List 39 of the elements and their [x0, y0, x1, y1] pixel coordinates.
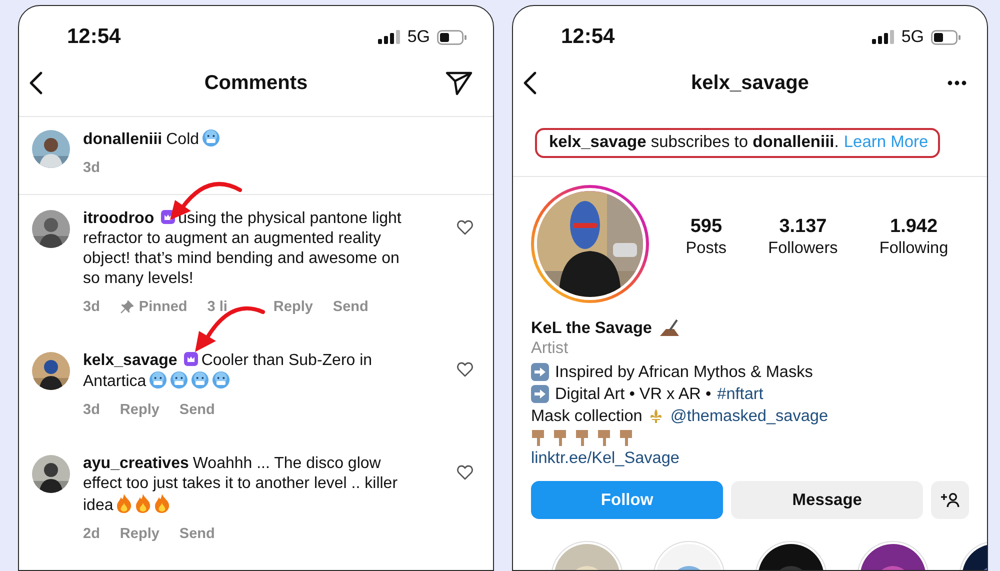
- network-label: 5G: [407, 27, 430, 47]
- comment-action-link[interactable]: Reply: [273, 299, 313, 315]
- follow-button[interactable]: Follow: [531, 481, 724, 519]
- likes-count-link[interactable]: 3 li: [207, 299, 228, 315]
- stat-value: 1.942: [890, 216, 938, 238]
- profile-name: KeL the Savage: [531, 318, 652, 338]
- comment-time: 2d: [83, 526, 100, 542]
- header-title: Comments: [204, 72, 308, 94]
- website-link[interactable]: linktr.ee/Kel_Savage: [531, 449, 969, 471]
- bio-text: Mask collection: [531, 406, 642, 426]
- bio-text: Digital Art • VR x AR •: [555, 384, 712, 404]
- status-time: 12:54: [561, 25, 615, 49]
- comment-action-link[interactable]: Reply: [120, 526, 160, 542]
- stat-label: Posts: [686, 239, 727, 258]
- comment-action-link[interactable]: Send: [179, 526, 215, 542]
- stat-value: 3.137: [779, 216, 827, 238]
- stat-value: 595: [690, 216, 722, 238]
- comment-text: donalleniii Cold: [83, 129, 405, 150]
- comment-action-link[interactable]: Send: [332, 299, 368, 315]
- subscription-notice: kelx_savage subscribes to donalleniii.: [549, 133, 839, 152]
- stat-label: Following: [879, 239, 948, 258]
- stat-label: Followers: [768, 239, 838, 258]
- header-title: kelx_savage: [691, 72, 809, 94]
- learn-more-link[interactable]: Learn More: [844, 133, 928, 152]
- comment-text: ayu_creatives Woahhh ... The disco glow effect too just takes it to another level .. killer idea: [83, 454, 399, 516]
- comment-action-link[interactable]: Reply: [120, 402, 160, 418]
- status-time: 12:54: [67, 25, 121, 49]
- comment-text: kelx_savage Cooler than Sub-Zero in Antartica: [83, 351, 374, 392]
- hashtag-link[interactable]: #nftart: [717, 384, 764, 404]
- bio-text: Inspired by African Mythos & Masks: [555, 362, 813, 382]
- comment-time: 3d: [83, 402, 100, 418]
- message-button[interactable]: Message: [731, 481, 924, 519]
- comment-time: 3d: [83, 299, 100, 315]
- comment-action-link[interactable]: Send: [179, 402, 215, 418]
- comment-time: 3d: [83, 160, 100, 176]
- profile-category: Artist: [531, 339, 570, 359]
- network-label: 5G: [901, 27, 924, 47]
- mention-link[interactable]: @themasked_savage: [670, 406, 828, 426]
- pinned-label: Pinned: [138, 299, 188, 315]
